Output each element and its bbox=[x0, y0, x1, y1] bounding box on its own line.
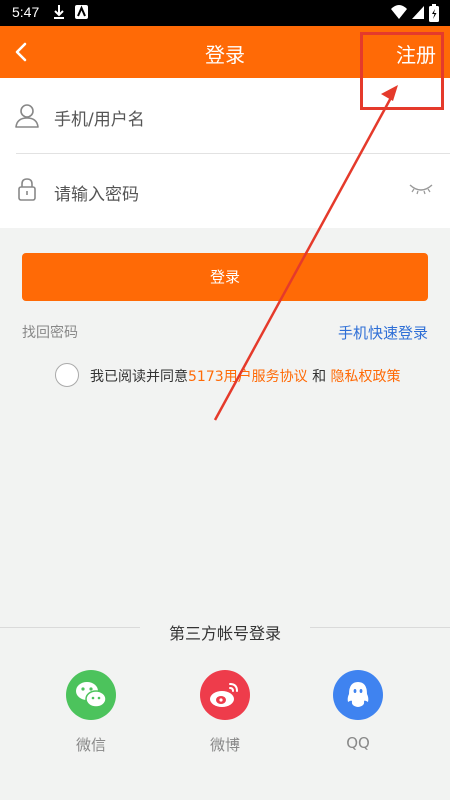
quick-login-link[interactable]: 手机快速登录 bbox=[338, 322, 428, 343]
qq-label: QQ bbox=[346, 734, 370, 752]
user-icon bbox=[15, 104, 39, 128]
qq-login[interactable]: QQ bbox=[328, 670, 388, 752]
agreement-row: 我已阅读并同意5173用户服务协议 和 隐私权政策 bbox=[0, 362, 450, 388]
agreement-checkbox[interactable] bbox=[55, 363, 79, 387]
agreement-and: 和 bbox=[307, 369, 331, 385]
privacy-policy-link[interactable]: 隐私权政策 bbox=[331, 369, 401, 385]
wechat-login[interactable]: 微信 bbox=[61, 670, 121, 755]
user-agreement-link[interactable]: 5173用户服务协议 bbox=[188, 369, 308, 385]
username-input[interactable]: 手机/用户名 bbox=[54, 105, 145, 130]
lock-icon bbox=[18, 178, 36, 201]
wechat-icon bbox=[66, 670, 116, 720]
weibo-login[interactable]: 微博 bbox=[195, 670, 255, 755]
download-icon bbox=[54, 5, 64, 19]
password-field[interactable]: 请输入密码 bbox=[0, 153, 450, 228]
field-divider bbox=[16, 153, 450, 154]
weibo-icon bbox=[200, 670, 250, 720]
weibo-label: 微博 bbox=[209, 736, 240, 754]
signal-icon bbox=[412, 6, 424, 19]
third-party-title: 第三方帐号登录 bbox=[168, 624, 281, 643]
password-input[interactable]: 请输入密码 bbox=[54, 180, 139, 205]
agreement-text: 我已阅读并同意5173用户服务协议 和 隐私权政策 bbox=[90, 366, 401, 386]
app-notification-icon bbox=[75, 5, 88, 19]
agreement-prefix: 我已阅读并同意 bbox=[90, 369, 188, 385]
status-time: 5:47 bbox=[12, 4, 40, 20]
battery-icon bbox=[429, 4, 439, 22]
eye-closed-icon[interactable] bbox=[408, 181, 434, 197]
status-bar: 5:47 bbox=[0, 0, 450, 26]
qq-icon bbox=[333, 670, 383, 720]
wifi-icon bbox=[391, 5, 407, 19]
wechat-label: 微信 bbox=[75, 736, 106, 754]
highlight-box bbox=[360, 32, 444, 110]
forgot-password-link[interactable]: 找回密码 bbox=[22, 322, 78, 342]
login-button[interactable]: 登录 bbox=[22, 253, 428, 301]
